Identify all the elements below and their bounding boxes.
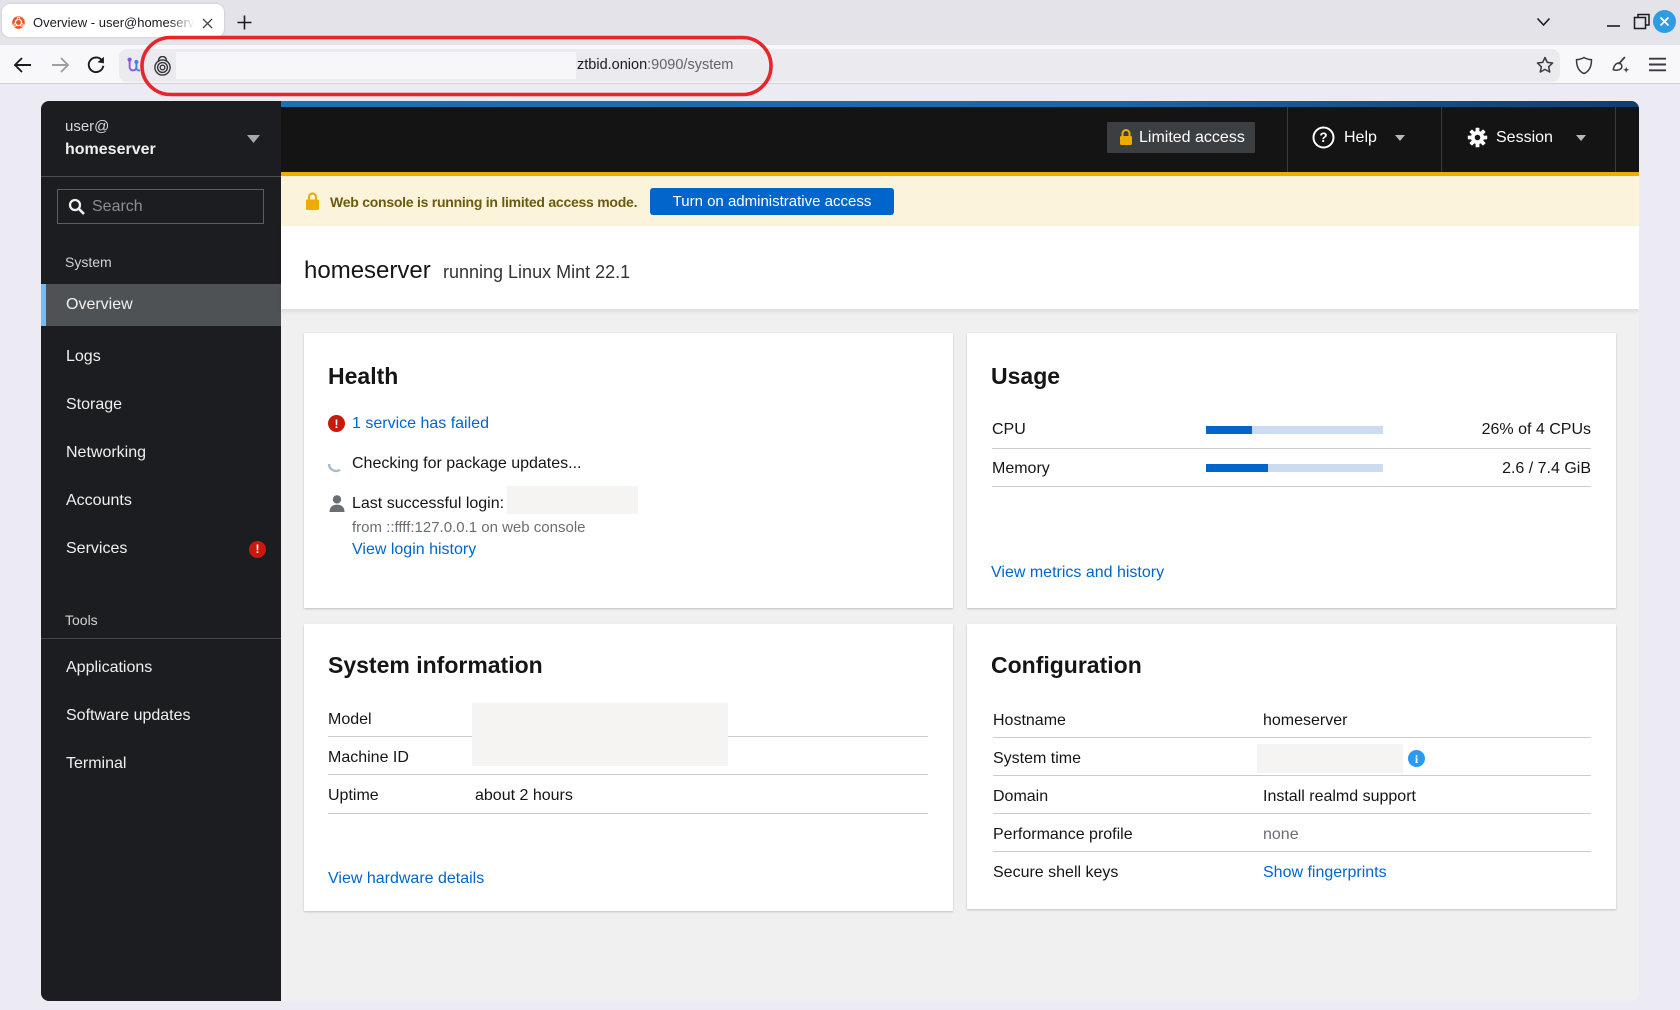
svg-text:?: ? xyxy=(1319,130,1327,145)
svg-text:!: ! xyxy=(335,417,339,431)
